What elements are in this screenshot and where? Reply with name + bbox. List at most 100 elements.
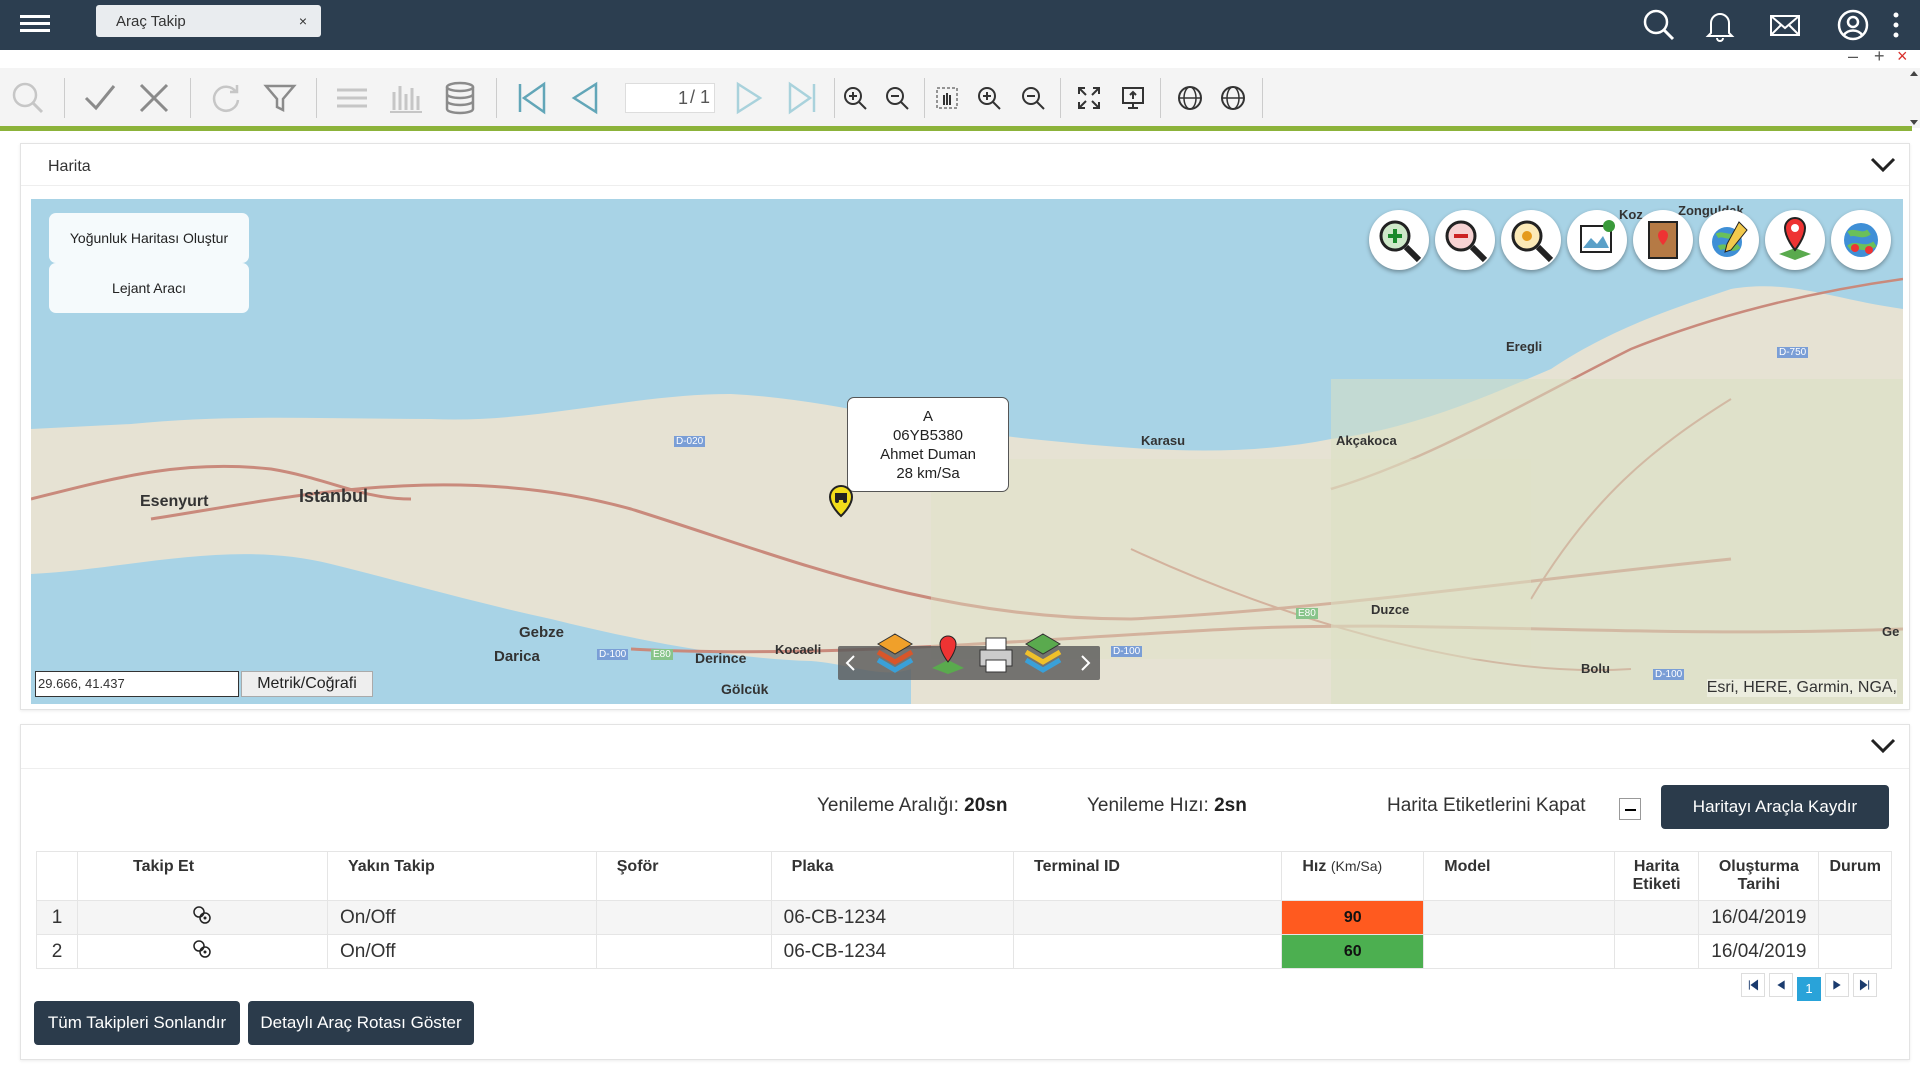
layers-icon[interactable] <box>874 630 916 674</box>
map-panel-title: Harita <box>48 158 91 175</box>
terminal-id-cell <box>1013 900 1283 935</box>
tab-arac-takip[interactable]: Araç Takip × <box>96 5 321 37</box>
place-label-kocaeli: Kocaeli <box>775 642 822 657</box>
check-icon[interactable] <box>82 80 118 116</box>
search-icon[interactable] <box>1641 7 1677 43</box>
legend-tool-button[interactable]: Lejant Aracı <box>49 263 249 313</box>
detailed-route-button[interactable]: Detaylı Araç Rotası Göster <box>248 1001 474 1045</box>
chevron-down-icon[interactable] <box>1869 735 1897 757</box>
first-page-icon[interactable] <box>514 80 550 116</box>
grid-panel-header <box>21 725 1909 769</box>
globe-edit-tool-icon[interactable] <box>1699 210 1759 270</box>
pan-hand-icon[interactable] <box>934 85 960 111</box>
fullscreen-icon[interactable] <box>1076 85 1102 111</box>
maximize-icon[interactable]: + <box>1874 46 1885 67</box>
mail-icon[interactable] <box>1767 7 1803 43</box>
scroll-map-with-vehicle-button[interactable]: Haritayı Araçla Kaydır <box>1661 785 1889 829</box>
zoom-out-tool-icon[interactable] <box>1435 210 1495 270</box>
map-pin-tool-icon[interactable] <box>1765 210 1825 270</box>
globe-pin-tool-icon[interactable] <box>1831 210 1891 270</box>
vehicle-marker-icon[interactable] <box>827 484 855 518</box>
user-profile-icon[interactable] <box>1835 7 1871 43</box>
zoom-in-tool-icon[interactable] <box>1369 210 1429 270</box>
chevron-right-icon[interactable] <box>1078 654 1092 672</box>
map-view[interactable]: Istanbul Esenyurt Gebze Darica Derince K… <box>31 199 1903 704</box>
zoom-in-icon[interactable] <box>842 85 868 111</box>
popup-plate: 06YB5380 <box>892 427 964 444</box>
list-icon[interactable] <box>334 80 370 116</box>
col-yakin-takip[interactable]: Yakın Takip <box>326 851 597 901</box>
heatmap-button[interactable]: Yoğunluk Haritası Oluştur <box>49 213 249 263</box>
minimize-icon[interactable]: – <box>1848 46 1858 67</box>
database-icon[interactable] <box>442 80 478 116</box>
pager-first-icon[interactable] <box>1741 973 1765 997</box>
cancel-icon[interactable] <box>136 80 172 116</box>
table-header-row: Takip Et Yakın Takip Şoför Plaka Termina… <box>36 851 1892 901</box>
filter-icon[interactable] <box>262 80 298 116</box>
col-etiket-line1: Harita <box>1633 858 1680 875</box>
refresh-interval-value: 20sn <box>964 795 1008 816</box>
print-icon[interactable] <box>976 634 1016 676</box>
metric-geographic-button[interactable]: Metrik/Coğrafi <box>241 671 373 697</box>
next-page-icon[interactable] <box>730 80 766 116</box>
map-labels-off-label: Harita Etiketlerini Kapat <box>1387 795 1586 816</box>
search-icon[interactable] <box>10 80 46 116</box>
table-row[interactable]: 2 On/Off 06-CB-1234 60 16/04/2019 <box>36 934 1892 969</box>
col-hiz[interactable]: Hız (Km/Sa) <box>1281 851 1425 901</box>
zoom-out-icon[interactable] <box>884 85 910 111</box>
map-book-tool-icon[interactable] <box>1633 210 1693 270</box>
bar-chart-icon[interactable] <box>388 80 424 116</box>
place-label-ge: Ge <box>1882 624 1900 639</box>
tab-close-icon[interactable]: × <box>299 13 307 29</box>
refresh-interval-label: Yenileme Aralığı: <box>817 795 959 816</box>
road-label-d100: D-100 <box>1111 646 1143 657</box>
scrollbar[interactable] <box>1908 68 1920 128</box>
toolbar: 1 / 1 <box>0 68 1920 128</box>
bell-icon[interactable] <box>1702 7 1738 43</box>
place-label-karasu: Karasu <box>1141 433 1186 448</box>
near-follow-cell[interactable]: On/Off <box>326 934 597 969</box>
map-image-tool-icon[interactable] <box>1567 210 1627 270</box>
globe-back-icon[interactable] <box>1176 84 1204 112</box>
chevron-left-icon[interactable] <box>844 654 858 672</box>
hamburger-menu-icon[interactable] <box>20 12 50 36</box>
chevron-down-icon[interactable] <box>1869 154 1897 176</box>
col-sofor[interactable]: Şoför <box>595 851 772 901</box>
follow-vehicle-icon[interactable] <box>191 938 213 960</box>
base-layers-icon[interactable] <box>1022 630 1064 674</box>
driver-cell <box>595 900 772 935</box>
map-pin-layer-icon[interactable] <box>928 632 968 676</box>
presentation-icon[interactable] <box>1120 85 1146 111</box>
col-plaka[interactable]: Plaka <box>770 851 1015 901</box>
follow-vehicle-icon[interactable] <box>191 904 213 926</box>
previous-page-icon[interactable] <box>568 80 604 116</box>
toolbar-accent-line <box>0 126 1912 131</box>
table-row[interactable]: 1 On/Off 06-CB-1234 90 16/04/2019 <box>36 900 1892 935</box>
pager-prev-icon[interactable] <box>1769 973 1793 997</box>
page-current: 1 <box>678 88 689 108</box>
follow-cell <box>77 900 328 935</box>
refresh-icon[interactable] <box>208 80 244 116</box>
zoom-extent-tool-icon[interactable] <box>1501 210 1561 270</box>
pager-next-icon[interactable] <box>1825 973 1849 997</box>
pager-page-1[interactable]: 1 <box>1797 977 1821 1001</box>
col-durum[interactable]: Durum <box>1818 851 1892 901</box>
pager-last-icon[interactable] <box>1853 973 1877 997</box>
col-tarih-line1: Oluşturma <box>1718 858 1799 875</box>
col-model[interactable]: Model <box>1423 851 1615 901</box>
map-labels-off-checkbox[interactable] <box>1619 798 1641 820</box>
near-follow-cell[interactable]: On/Off <box>326 900 597 935</box>
row-number: 2 <box>36 934 78 969</box>
end-all-tracking-button[interactable]: Tüm Takipleri Sonlandır <box>34 1001 240 1045</box>
col-olusturma-tarihi[interactable]: Oluşturma Tarihi <box>1698 851 1820 901</box>
last-page-icon[interactable] <box>784 80 820 116</box>
more-vertical-icon[interactable] <box>1886 7 1906 43</box>
close-window-icon[interactable]: × <box>1897 46 1908 67</box>
zoom-out-alt-icon[interactable] <box>1020 85 1046 111</box>
zoom-in-alt-icon[interactable] <box>976 85 1002 111</box>
col-terminal-id[interactable]: Terminal ID <box>1013 851 1283 901</box>
place-label-akcakoca: Akçakoca <box>1336 433 1397 448</box>
col-takip-et[interactable]: Takip Et <box>77 851 328 901</box>
col-harita-etiketi[interactable]: Harita Etiketi <box>1613 851 1700 901</box>
globe-forward-icon[interactable] <box>1219 84 1247 112</box>
